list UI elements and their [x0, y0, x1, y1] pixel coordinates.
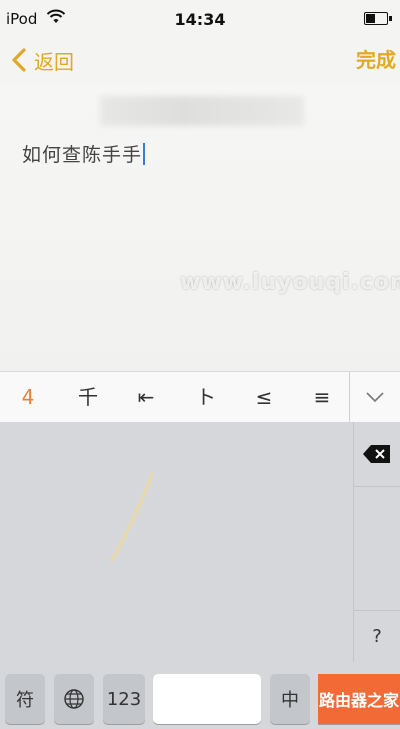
keyboard: ? 符 123 中 路由器之家: [0, 422, 400, 729]
candidate-1[interactable]: 4: [8, 372, 48, 422]
note-text: 如何查陈手手: [22, 144, 143, 166]
backspace-icon: [363, 445, 390, 463]
nav-bar: 返回 完成: [0, 36, 400, 84]
question-mark-key[interactable]: ?: [354, 610, 400, 663]
keyboard-side-column: ?: [353, 422, 400, 662]
note-editor[interactable]: 如何查陈手手: [0, 84, 400, 371]
note-text-field[interactable]: 如何查陈手手: [22, 140, 146, 167]
globe-icon: [64, 689, 84, 709]
collapse-candidates-button[interactable]: [349, 372, 400, 422]
language-key[interactable]: 中: [270, 674, 310, 724]
candidate-4[interactable]: ト: [186, 372, 226, 422]
back-label: 返回: [34, 49, 74, 74]
chevron-down-icon: [366, 392, 384, 403]
blurred-date-header: [100, 96, 304, 126]
candidate-6[interactable]: ≡: [302, 372, 342, 422]
keyboard-bottom-row: 符 123 中 路由器之家: [0, 670, 400, 729]
globe-key[interactable]: [54, 674, 94, 724]
candidate-2[interactable]: 千: [68, 372, 108, 422]
clock: 14:34: [174, 10, 226, 29]
delete-key[interactable]: [354, 422, 400, 487]
enter-key[interactable]: 路由器之家: [318, 674, 400, 724]
chevron-left-icon: [12, 48, 26, 72]
status-bar: iPod 14:34: [0, 0, 400, 36]
handwriting-stroke: [110, 472, 154, 562]
done-button[interactable]: 完成: [356, 44, 396, 76]
text-cursor: [143, 143, 146, 165]
space-key[interactable]: [153, 674, 261, 724]
candidate-5[interactable]: ≤: [244, 372, 284, 422]
candidate-bar: 4 千 ⇤ ト ≤ ≡: [0, 371, 400, 423]
back-button[interactable]: 返回: [10, 44, 74, 76]
handwriting-pad[interactable]: [0, 422, 354, 662]
battery-icon: [364, 12, 392, 25]
numbers-key[interactable]: 123: [103, 674, 145, 724]
symbol-key[interactable]: 符: [5, 674, 45, 724]
candidate-3[interactable]: ⇤: [126, 372, 166, 422]
